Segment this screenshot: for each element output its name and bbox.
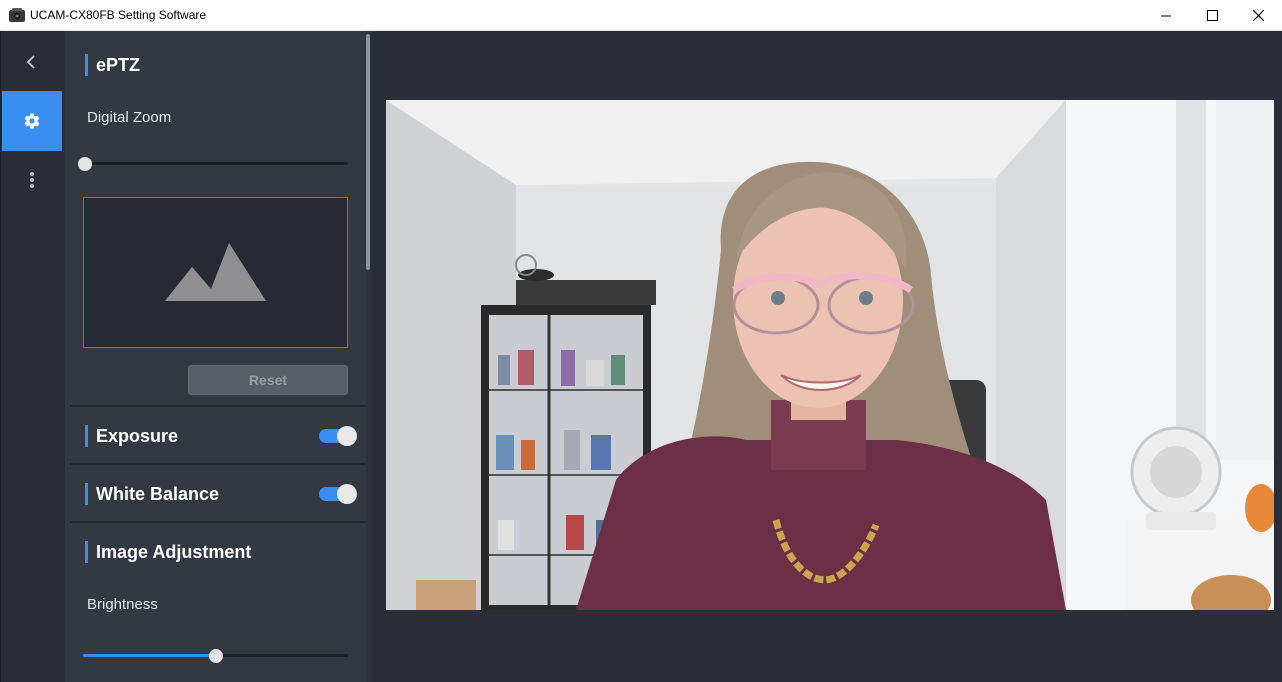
panel-scrollbar[interactable] <box>366 34 370 270</box>
white-balance-toggle[interactable] <box>319 484 357 504</box>
more-button[interactable] <box>2 165 62 195</box>
close-icon <box>1252 10 1264 21</box>
camera-icon <box>9 8 25 22</box>
digital-zoom-track[interactable] <box>83 162 348 165</box>
brightness-label: Brightness <box>87 596 158 613</box>
vertical-dots-icon <box>30 172 34 188</box>
webcam-feed-image <box>386 100 1274 610</box>
nav-rail <box>0 31 63 682</box>
gear-icon <box>24 113 40 129</box>
window-title: UCAM-CX80FB Setting Software <box>30 8 207 22</box>
white-balance-title[interactable]: White Balance <box>85 483 219 505</box>
minimize-icon <box>1160 15 1171 17</box>
exposure-title[interactable]: Exposure <box>85 425 178 447</box>
eptz-title: ePTZ <box>85 54 140 76</box>
divider <box>70 521 366 523</box>
maximize-icon <box>1206 10 1218 21</box>
back-button[interactable] <box>2 45 62 79</box>
reset-button[interactable]: Reset <box>188 365 348 395</box>
settings-tab[interactable] <box>2 91 62 151</box>
image-adjustment-title: Image Adjustment <box>85 541 251 563</box>
camera-preview <box>386 100 1274 610</box>
brightness-thumb[interactable] <box>208 649 223 663</box>
divider <box>70 463 366 465</box>
chevron-left-icon <box>26 55 35 69</box>
camera-viewer <box>373 31 1282 682</box>
minimize-button[interactable] <box>1143 0 1189 31</box>
exposure-toggle[interactable] <box>319 426 357 446</box>
toggle-knob <box>337 484 357 504</box>
mountain-image-icon <box>165 243 266 301</box>
eptz-preview-box[interactable] <box>83 197 348 348</box>
brightness-fill <box>83 654 216 657</box>
toggle-knob <box>337 426 357 446</box>
maximize-button[interactable] <box>1189 0 1235 31</box>
digital-zoom-thumb[interactable] <box>78 157 92 171</box>
settings-panel: ePTZ Digital Zoom Reset Exposure White B… <box>65 31 371 682</box>
digital-zoom-label: Digital Zoom <box>87 109 172 126</box>
close-button[interactable] <box>1235 0 1281 31</box>
title-bar: UCAM-CX80FB Setting Software <box>0 0 1282 31</box>
divider <box>70 405 366 407</box>
